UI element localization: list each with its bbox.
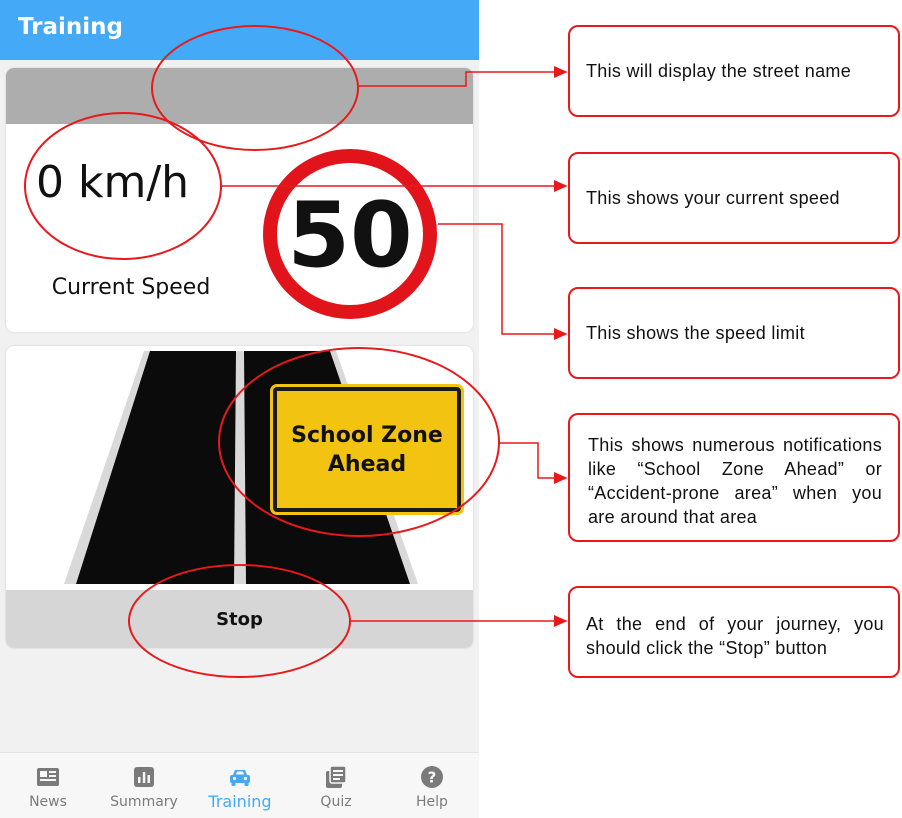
nav-label-news: News — [29, 794, 67, 810]
page-title: Training — [18, 14, 124, 40]
callout-text: This will display the street name — [586, 61, 852, 81]
nav-item-training[interactable]: Training — [192, 753, 288, 818]
nav-item-summary[interactable]: Summary — [96, 753, 192, 818]
speed-limit-sign: 50 — [263, 149, 437, 319]
arrow-notification — [498, 442, 568, 484]
notification-line-1: School Zone — [291, 422, 443, 448]
callout-text: At the end of your journey, you should c… — [586, 614, 884, 658]
street-name-bar — [6, 68, 473, 124]
bottom-nav: News Summary Training Quiz ? Help — [0, 752, 479, 818]
nav-item-help[interactable]: ? Help — [384, 753, 479, 818]
svg-text:?: ? — [428, 769, 437, 787]
help-icon: ? — [421, 766, 443, 788]
newspaper-icon — [37, 768, 59, 786]
callout-text: This shows numerous notifications like “… — [588, 435, 882, 527]
nav-item-news[interactable]: News — [0, 753, 96, 818]
callout-speed-limit: This shows the speed limit — [568, 287, 900, 379]
app-header: Training — [0, 0, 479, 60]
current-speed-label: Current Speed — [51, 275, 211, 300]
nav-label-summary: Summary — [110, 794, 178, 810]
callout-street-name: This will display the street name — [568, 25, 900, 117]
stop-button[interactable]: Stop — [6, 590, 473, 648]
nav-item-quiz[interactable]: Quiz — [288, 753, 384, 818]
car-icon — [230, 770, 250, 786]
callout-text: This shows the speed limit — [586, 323, 805, 343]
bar-chart-icon — [134, 767, 154, 787]
callout-stop: At the end of your journey, you should c… — [568, 586, 900, 678]
speed-limit-value: 50 — [287, 183, 412, 288]
clipboard-icon — [326, 765, 347, 788]
school-zone-sign: School Zone Ahead — [270, 384, 464, 515]
nav-label-training: Training — [208, 792, 272, 811]
callout-notification: This shows numerous notifications like “… — [568, 413, 900, 542]
callout-current-speed: This shows your current speed — [568, 152, 900, 244]
nav-label-quiz: Quiz — [320, 794, 352, 810]
notification-line-2: Ahead — [327, 451, 407, 477]
current-speed-value: 0 km/h — [36, 157, 190, 208]
phone-screen: Training 0 km/h Current Speed 50 School … — [0, 0, 479, 818]
nav-label-help: Help — [416, 794, 448, 810]
callout-text: This shows your current speed — [586, 188, 840, 208]
